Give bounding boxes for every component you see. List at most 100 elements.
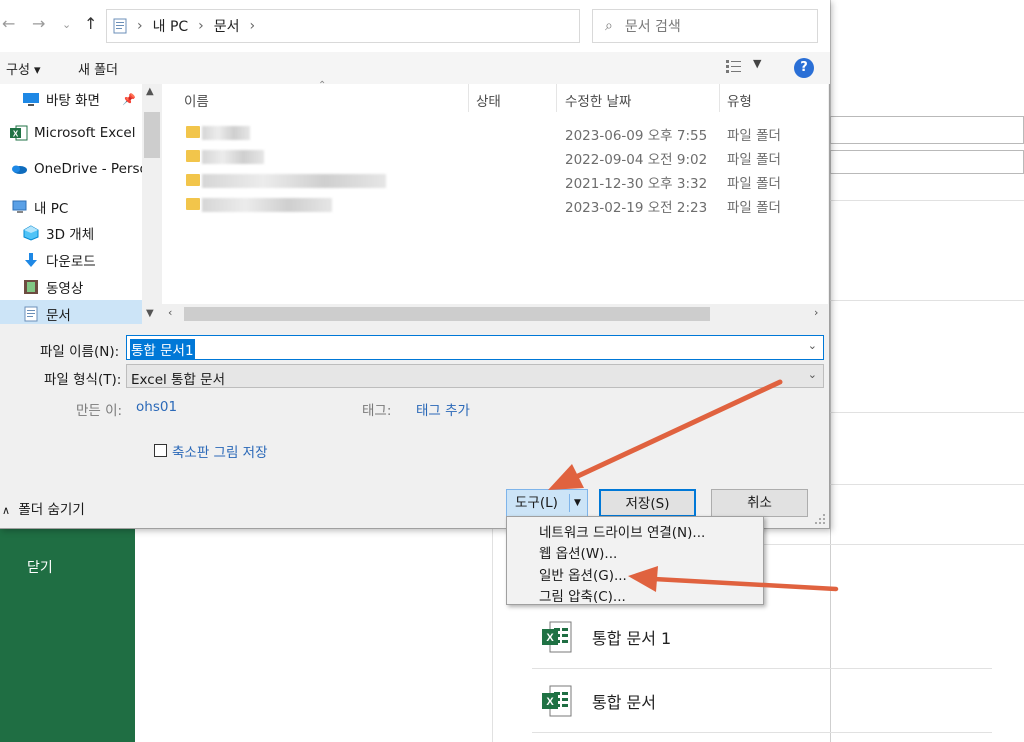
- menu-item-general-options[interactable]: 일반 옵션(G)...: [539, 564, 627, 584]
- nav-item-3d-objects[interactable]: 3D 개체: [22, 223, 94, 243]
- file-list: ⌃ 이름 상태 수정한 날짜 유형 2023-06-09 오후 7:55 파일 …: [162, 80, 828, 324]
- scrollbar-thumb[interactable]: [184, 307, 710, 321]
- file-row[interactable]: 2021-12-30 오후 3:32 파일 폴더: [162, 170, 828, 194]
- file-date: 2023-02-19 오전 2:23: [565, 200, 708, 216]
- column-divider[interactable]: [468, 84, 469, 112]
- tools-dropdown-icon[interactable]: ▼: [574, 490, 581, 516]
- new-folder-button[interactable]: 새 폴더: [78, 59, 118, 78]
- file-row[interactable]: 2023-02-19 오전 2:23 파일 폴더: [162, 194, 828, 218]
- file-type-select[interactable]: Excel 통합 문서 ⌄: [126, 364, 824, 388]
- search-input[interactable]: ⌕ 문서 검색: [592, 9, 818, 43]
- excel-icon: X: [10, 125, 28, 141]
- nav-pane-scrollbar[interactable]: ▲ ▼: [142, 84, 162, 324]
- file-type: 파일 폴더: [727, 176, 781, 192]
- file-date: 2021-12-30 오후 3:32: [565, 176, 708, 192]
- folder-icon: [186, 198, 200, 210]
- menu-item-compress-pictures[interactable]: 그림 압축(C)...: [539, 585, 626, 605]
- save-thumbnail-checkbox[interactable]: [154, 444, 167, 457]
- up-arrow-icon[interactable]: ↑: [84, 14, 97, 33]
- nav-item-label: 바탕 화면: [46, 93, 100, 109]
- scroll-up-icon[interactable]: ▲: [146, 86, 154, 97]
- chevron-down-icon[interactable]: ⌄: [808, 368, 817, 381]
- breadcrumb-my-pc[interactable]: 내 PC: [153, 16, 189, 36]
- column-divider[interactable]: [556, 84, 557, 112]
- tools-menu: 네트워크 드라이브 연결(N)... 웹 옵션(W)... 일반 옵션(G)..…: [506, 516, 764, 605]
- tools-button[interactable]: 도구(L) ▼: [506, 489, 588, 517]
- breadcrumb-separator-icon: ›: [198, 18, 204, 34]
- column-header-type[interactable]: 유형: [727, 90, 752, 110]
- nav-item-label: 동영상: [46, 281, 84, 297]
- backstage-close-item[interactable]: 닫기: [27, 557, 53, 577]
- background-divider: [830, 200, 1024, 201]
- background-divider: [532, 732, 992, 733]
- blurred-file-name: [202, 150, 264, 164]
- file-date: 2022-09-04 오전 9:02: [565, 152, 708, 168]
- blurred-file-name: [202, 174, 386, 188]
- menu-item-map-network-drive[interactable]: 네트워크 드라이브 연결(N)...: [539, 521, 705, 541]
- forward-arrow-icon[interactable]: →: [32, 14, 45, 33]
- file-type-label: 파일 형식(T):: [44, 372, 122, 388]
- menu-item-web-options[interactable]: 웹 옵션(W)...: [539, 542, 617, 562]
- scroll-down-icon[interactable]: ▼: [146, 308, 154, 319]
- nav-item-label: 3D 개체: [46, 227, 95, 243]
- scroll-right-icon[interactable]: ›: [814, 306, 818, 319]
- nav-item-my-pc[interactable]: 내 PC: [10, 197, 68, 217]
- view-dropdown-icon[interactable]: ▼: [753, 57, 761, 70]
- nav-item-downloads[interactable]: 다운로드: [22, 250, 96, 270]
- background-field: [830, 150, 1024, 174]
- view-options-icon[interactable]: [726, 60, 742, 74]
- column-header-status[interactable]: 상태: [476, 90, 501, 110]
- 3d-objects-icon: [23, 225, 39, 241]
- background-divider: [492, 529, 493, 742]
- nav-item-label: 문서: [46, 308, 71, 324]
- folder-icon: [186, 126, 200, 138]
- nav-item-desktop[interactable]: 바탕 화면 📌: [22, 89, 136, 109]
- breadcrumb-documents[interactable]: 문서: [214, 16, 240, 36]
- author-value[interactable]: ohs01: [136, 399, 177, 415]
- file-row[interactable]: 2023-06-09 오후 7:55 파일 폴더: [162, 122, 828, 146]
- column-divider[interactable]: [719, 84, 720, 112]
- hide-folders-label: 폴더 숨기기: [18, 502, 85, 518]
- background-divider: [764, 544, 1024, 545]
- blurred-file-name: [202, 198, 332, 212]
- help-icon[interactable]: ?: [794, 58, 814, 78]
- column-header-date-modified[interactable]: 수정한 날짜: [565, 90, 631, 110]
- recent-file-item[interactable]: X 통합 문서 1: [532, 606, 972, 668]
- file-name-label: 파일 이름(N):: [40, 344, 120, 360]
- recent-locations-chevron-icon[interactable]: ⌄: [62, 18, 71, 31]
- background-divider: [532, 668, 992, 669]
- organize-button[interactable]: 구성 ▾: [6, 59, 41, 78]
- address-row: ← → ⌄ ↑ › 내 PC › 문서 › ⌄ ↻ ⌕ 문서 검색: [0, 0, 830, 52]
- tags-value[interactable]: 태그 추가: [416, 399, 470, 419]
- save-button[interactable]: 저장(S): [599, 489, 696, 517]
- svg-text:X: X: [546, 696, 554, 708]
- nav-item-onedrive[interactable]: OneDrive - Perso: [10, 161, 148, 177]
- nav-item-microsoft-excel[interactable]: X Microsoft Excel: [10, 125, 136, 141]
- blurred-file-name: [202, 126, 250, 140]
- author-label: 만든 이:: [76, 403, 123, 419]
- file-name-field[interactable]: 통합 문서1 ⌄: [126, 335, 824, 360]
- excel-file-icon: X: [542, 685, 572, 717]
- recent-file-item[interactable]: X 통합 문서: [532, 670, 972, 732]
- chevron-up-icon: ∧: [2, 504, 11, 517]
- hide-folders-toggle[interactable]: ∧ 폴더 숨기기: [2, 498, 85, 518]
- scroll-left-icon[interactable]: ‹: [168, 306, 172, 319]
- nav-item-label: OneDrive - Perso: [34, 161, 148, 177]
- back-arrow-icon[interactable]: ←: [2, 14, 15, 33]
- file-type: 파일 폴더: [727, 128, 781, 144]
- nav-item-documents[interactable]: 문서: [22, 304, 71, 324]
- resize-grip-icon[interactable]: [815, 514, 825, 524]
- excel-file-icon: X: [542, 621, 572, 653]
- nav-item-videos[interactable]: 동영상: [22, 277, 83, 297]
- search-placeholder: 문서 검색: [624, 19, 681, 35]
- pin-icon[interactable]: 📌: [122, 93, 136, 106]
- column-header-name[interactable]: 이름: [184, 90, 209, 110]
- address-bar[interactable]: › 내 PC › 문서 › ⌄ ↻: [106, 9, 676, 43]
- background-divider: [830, 300, 1024, 301]
- save-thumbnail-label[interactable]: 축소판 그림 저장: [172, 441, 268, 461]
- scrollbar-thumb[interactable]: [144, 112, 160, 158]
- file-row[interactable]: 2022-09-04 오전 9:02 파일 폴더: [162, 146, 828, 170]
- cancel-button[interactable]: 취소: [711, 489, 808, 517]
- chevron-down-icon[interactable]: ⌄: [808, 339, 817, 352]
- file-list-horizontal-scrollbar[interactable]: ‹ ›: [162, 304, 828, 324]
